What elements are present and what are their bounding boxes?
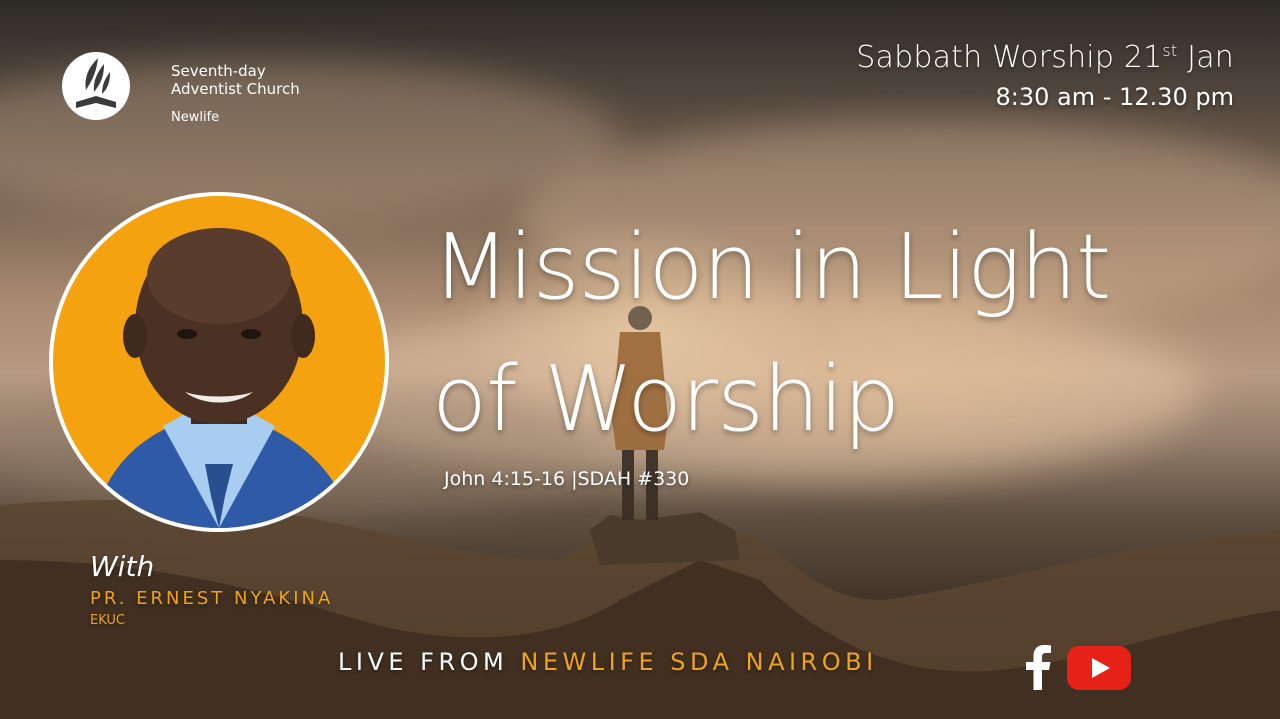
facebook-icon[interactable] xyxy=(1024,644,1052,690)
speaker-portrait xyxy=(49,192,389,532)
adventist-flame-bible-icon xyxy=(62,52,130,120)
event-time: 8:30 am - 12.30 pm xyxy=(995,83,1234,111)
event-title-main: Sabbath Worship 21 xyxy=(856,40,1163,75)
scripture-reference: John 4:15-16 |SDAH #330 xyxy=(444,468,690,490)
speaker-photo xyxy=(93,228,353,528)
speaker-name: PR. ERNEST NYAKINA xyxy=(90,588,334,609)
org-name-line1: Seventh-day xyxy=(171,62,266,80)
sermon-title-line1: Mission in Light xyxy=(432,215,1111,320)
event-title: Sabbath Worship 21st Jan xyxy=(856,40,1234,75)
speaker-org: EKUC xyxy=(90,613,125,628)
event-title-ordinal: st xyxy=(1162,41,1178,60)
org-branch: Newlife xyxy=(171,110,220,125)
live-from-line: LIVE FROM NEWLIFE SDA NAIROBI xyxy=(338,648,878,676)
event-title-month: Jan xyxy=(1177,40,1234,75)
org-name: Seventh-day Adventist Church xyxy=(171,62,300,98)
live-location: NEWLIFE SDA NAIROBI xyxy=(520,648,878,676)
youtube-icon[interactable] xyxy=(1066,645,1132,691)
org-name-line2: Adventist Church xyxy=(171,80,300,98)
sermon-title-line2: of Worship xyxy=(432,347,900,452)
live-prefix: LIVE FROM xyxy=(338,648,521,676)
with-label: With xyxy=(90,550,155,583)
sermon-banner: Seventh-day Adventist Church Newlife Sab… xyxy=(0,0,1280,719)
